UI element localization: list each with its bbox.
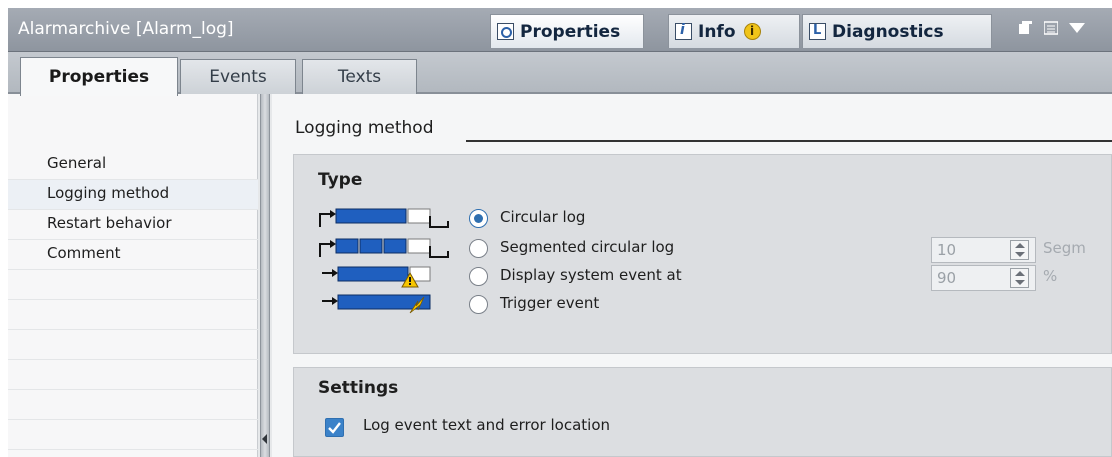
info-icon (675, 22, 692, 40)
subtab-texts-label: Texts (337, 67, 382, 87)
percent-value: 90 (937, 269, 957, 287)
window-title: Alarmarchive [Alarm_log] (18, 19, 234, 39)
tab-info[interactable]: Info i (668, 14, 800, 48)
log-event-text-label: Log event text and error location (363, 416, 611, 434)
type-group: Type Circular log Segmented circular log… (293, 154, 1112, 354)
circular-log-label: Circular log (500, 208, 586, 226)
option-circular-log[interactable]: Circular log (294, 205, 1094, 231)
option-display-system-event[interactable]: Display system event at 90 % (294, 263, 1094, 291)
diagnostics-icon (809, 23, 826, 40)
system-event-icon (322, 266, 431, 288)
segmented-log-radio[interactable] (469, 239, 488, 258)
nav-empty-row (8, 270, 258, 300)
nav-empty-row (8, 300, 258, 330)
panel-splitter[interactable] (260, 94, 270, 457)
nav-empty-row (8, 420, 258, 450)
nav-item-restart-behavior[interactable]: Restart behavior (8, 210, 258, 240)
system-event-label: Display system event at (500, 266, 682, 284)
tab-properties-label: Properties (520, 21, 621, 42)
dropdown-icon[interactable] (1068, 21, 1086, 38)
subtab-events[interactable]: Events (180, 59, 296, 94)
segments-spinbox[interactable]: 10 (931, 237, 1036, 263)
nav-item-logging-method[interactable]: Logging method (8, 180, 258, 210)
percent-unit: % (1043, 267, 1058, 285)
nav-item-general[interactable]: General (8, 150, 258, 180)
nav-item-comment[interactable]: Comment (8, 240, 258, 270)
trigger-event-radio[interactable] (469, 295, 488, 314)
subtab-bar: Properties Events Texts (8, 52, 1112, 96)
tab-diagnostics[interactable]: Diagnostics (802, 14, 992, 48)
subtab-events-label: Events (209, 67, 267, 87)
circular-log-radio[interactable] (469, 209, 488, 228)
segmented-log-label: Segmented circular log (500, 238, 675, 256)
window-titlebar: Alarmarchive [Alarm_log] Properties Info… (8, 8, 1112, 52)
section-divider (466, 140, 1112, 142)
main-panel: Logging method Type Circular log Segment… (272, 94, 1112, 457)
percent-spinbox[interactable]: 90 (931, 265, 1036, 291)
circular-log-icon (319, 208, 449, 228)
tab-info-label: Info (698, 21, 736, 42)
nav-empty-row (8, 390, 258, 420)
content-area: General Logging method Restart behavior … (8, 94, 1112, 457)
percent-stepper-icon[interactable] (1010, 268, 1029, 288)
trigger-event-icon (322, 294, 431, 314)
option-segmented-circular-log[interactable]: Segmented circular log 10 Segm (294, 235, 1094, 263)
log-event-text-checkbox[interactable] (325, 418, 344, 437)
segments-unit: Segm (1043, 239, 1086, 257)
trigger-event-label: Trigger event (500, 294, 600, 312)
subtab-properties[interactable]: Properties (20, 57, 178, 96)
settings-group-title: Settings (318, 378, 399, 398)
properties-icon (497, 23, 514, 40)
subtab-properties-label: Properties (48, 67, 150, 87)
nav-empty-row (8, 330, 258, 360)
nav-empty-row (8, 360, 258, 390)
system-event-radio[interactable] (469, 267, 488, 286)
section-title: Logging method (295, 118, 434, 138)
subtab-texts[interactable]: Texts (302, 59, 417, 94)
restore-icon[interactable] (1018, 21, 1032, 38)
info-badge-icon: i (743, 23, 761, 40)
segmented-log-icon (319, 238, 449, 258)
nav-panel: General Logging method Restart behavior … (8, 94, 258, 457)
list-icon[interactable] (1043, 21, 1059, 38)
tab-properties[interactable]: Properties (490, 14, 644, 48)
segments-value: 10 (937, 241, 957, 259)
option-trigger-event[interactable]: Trigger event (294, 291, 1094, 317)
collapse-left-icon[interactable] (262, 434, 267, 444)
tab-diagnostics-label: Diagnostics (832, 21, 944, 42)
type-group-title: Type (318, 170, 363, 190)
segments-stepper-icon[interactable] (1010, 240, 1029, 260)
settings-group: Settings Log event text and error locati… (293, 367, 1112, 457)
